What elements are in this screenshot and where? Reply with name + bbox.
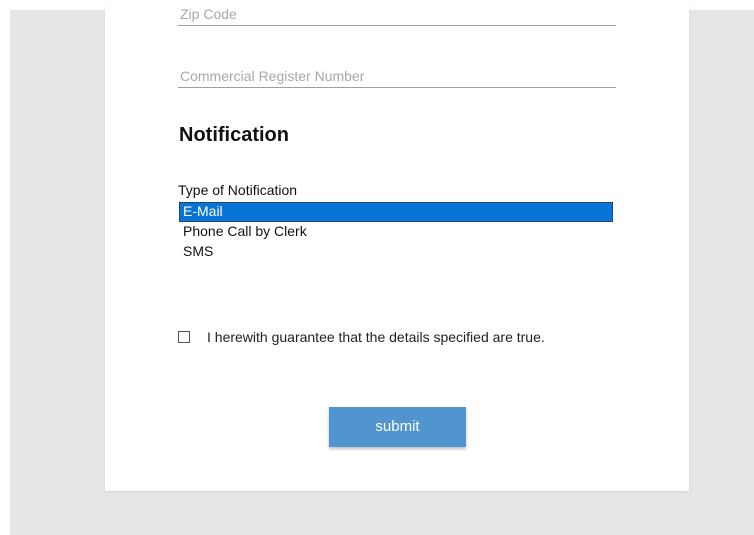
guarantee-label: I herewith guarantee that the details sp… <box>207 329 545 345</box>
notification-type-label: Type of Notification <box>178 182 298 198</box>
zip-code-input[interactable] <box>178 2 616 26</box>
commercial-register-number-input[interactable] <box>178 64 616 88</box>
option-phone-call[interactable]: Phone Call by Clerk <box>179 222 613 242</box>
submit-button[interactable]: submit <box>329 407 466 447</box>
option-sms[interactable]: SMS <box>179 242 613 262</box>
notification-heading: Notification <box>179 124 289 146</box>
notification-type-select[interactable]: E-Mail Phone Call by Clerk SMS <box>178 201 614 281</box>
guarantee-checkbox[interactable] <box>178 331 190 343</box>
option-email[interactable]: E-Mail <box>179 202 613 222</box>
